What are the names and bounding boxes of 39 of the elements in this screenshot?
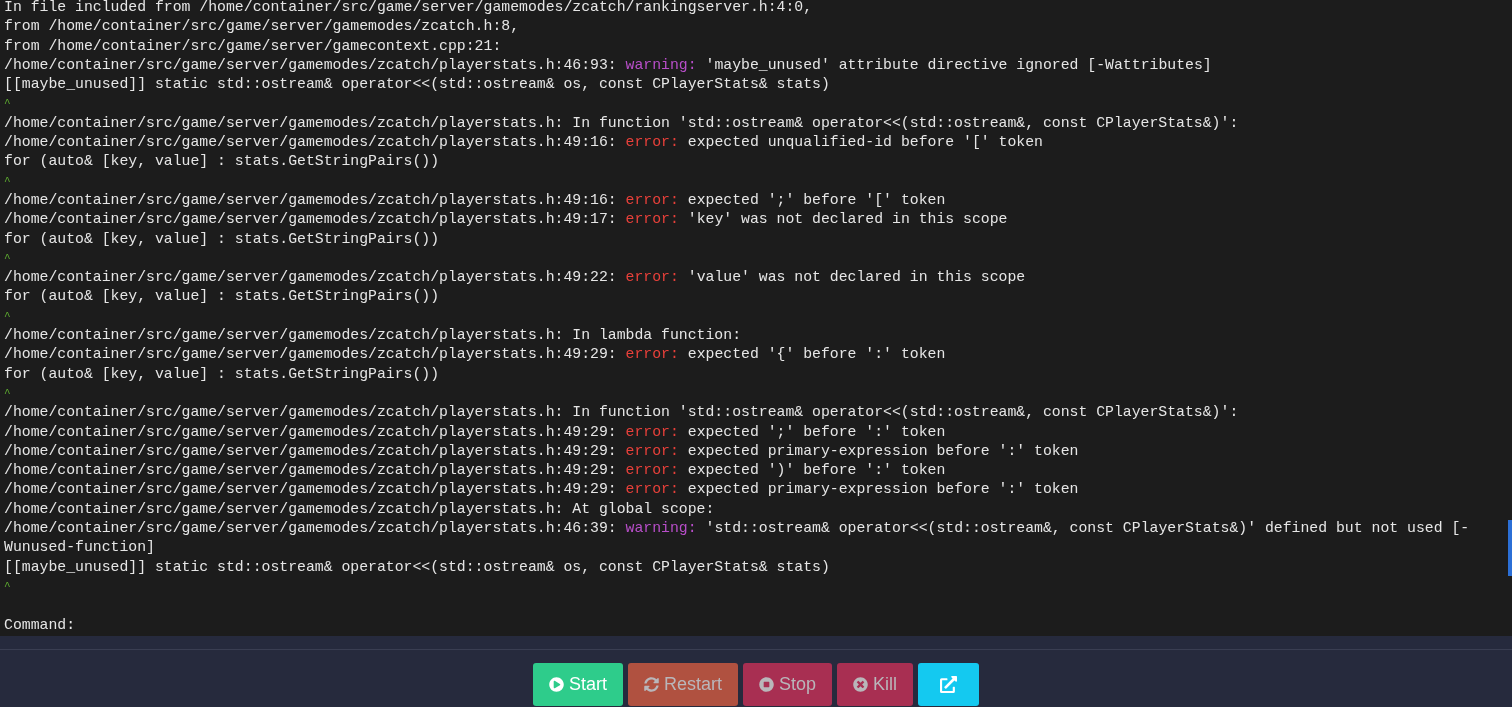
console-line: In file included from /home/container/src/game/server/gamemodes/zcatch/rankingserver.h:4:0, (4, 0, 814, 17)
caret-marker: ^ (4, 173, 12, 189)
external-link-icon (940, 676, 958, 693)
console-line: [[maybe_unused]] static std::ostream& operator<<(std::ostream& os, const CPlayerStats& stats) (4, 557, 831, 577)
stop-icon (759, 677, 774, 692)
console-line: from /home/container/src/game/server/gamemodes/zcatch.h:8, (4, 17, 520, 37)
console-line: /home/container/src/game/server/gamemodes/zcatch/playerstats.h:49:16: error: expected ';' before '[' token (4, 190, 947, 210)
console-line: /home/container/src/game/server/gamemodes/zcatch/playerstats.h:49:29: error: expected ')' before ':' token (4, 461, 947, 481)
console-line: /home/container/src/game/server/gamemodes/zcatch/playerstats.h: At global scope: (4, 499, 716, 519)
caret-marker: ^ (4, 96, 12, 112)
console-line: /home/container/src/game/server/gamemodes/zcatch/playerstats.h: In lambda function: (4, 326, 742, 346)
console-line: [[maybe_unused]] static std::ostream& operator<<(std::ostream& os, const CPlayerStats& stats) (4, 75, 831, 95)
console-line: /home/container/src/game/server/gamemodes/zcatch/playerstats.h:49:29: error: expected ';' before ':' token (4, 422, 947, 442)
console-line: /home/container/src/game/server/gamemodes/zcatch/playerstats.h:46:39: warning: 'std::ostream& operator<<(std::ostream&, const CPlayerStats&)' defined but not used [-Wunused-function] (4, 519, 1471, 558)
console-line: /home/container/src/game/server/gamemodes/zcatch/playerstats.h:49:29: error: expected '{' before ':' token (4, 345, 947, 365)
close-icon (853, 677, 869, 692)
console-line: for (auto& [key, value] : stats.GetStringPairs()) (4, 364, 441, 384)
console-line: /home/container/src/game/server/gamemodes/zcatch/playerstats.h:49:29: error: expected primary-expression before ':' token (4, 480, 1080, 500)
console-line: /home/container/src/game/server/gamemodes/zcatch/playerstats.h:49:17: error: 'key' was not declared in this scope (4, 210, 1009, 230)
caret-marker: ^ (4, 578, 12, 594)
caret-marker: ^ (4, 250, 12, 266)
start-button[interactable]: Start (532, 663, 623, 706)
caret-marker: ^ (4, 308, 12, 324)
console-line: for (auto& [key, value] : stats.GetStringPairs()) (4, 287, 441, 307)
refresh-icon (643, 677, 659, 692)
console-line: from /home/container/src/game/server/gamecontext.cpp:21: (4, 36, 503, 56)
console-line: /home/container/src/game/server/gamemodes/zcatch/playerstats.h: In function 'std::ostream& operator<<(std::ostream&, const CPlayerStats&)': (4, 113, 1240, 133)
console-line: /home/container/src/game/server/gamemodes/zcatch/playerstats.h:49:16: error: expected unqualified-id before '[' token (4, 133, 1044, 153)
console-line: /home/container/src/game/server/gamemodes/zcatch/playerstats.h:49:22: error: 'value' was not declared in this scope (4, 268, 1027, 288)
external-link-button[interactable] (918, 663, 980, 706)
scrollbar-thumb[interactable] (1508, 520, 1512, 576)
console-line: /home/container/src/game/server/gamemodes/zcatch/playerstats.h:49:29: error: expected primary-expression before ':' token (4, 441, 1080, 461)
console-line: for (auto& [key, value] : stats.GetStringPairs()) (4, 152, 441, 172)
console-line: /home/container/src/game/server/gamemodes/zcatch/playerstats.h:46:93: warning: 'maybe_unused' attribute directive ignored [-Wattributes] (4, 55, 1213, 75)
console-line: for (auto& [key, value] : stats.GetStringPairs()) (4, 229, 441, 249)
console-line: Command: (4, 615, 77, 635)
caret-marker: ^ (4, 385, 12, 401)
play-icon (548, 677, 564, 692)
console-line: /home/container/src/game/server/gamemodes/zcatch/playerstats.h: In function 'std::ostream& operator<<(std::ostream&, const CPlayerStats&)': (4, 403, 1240, 423)
